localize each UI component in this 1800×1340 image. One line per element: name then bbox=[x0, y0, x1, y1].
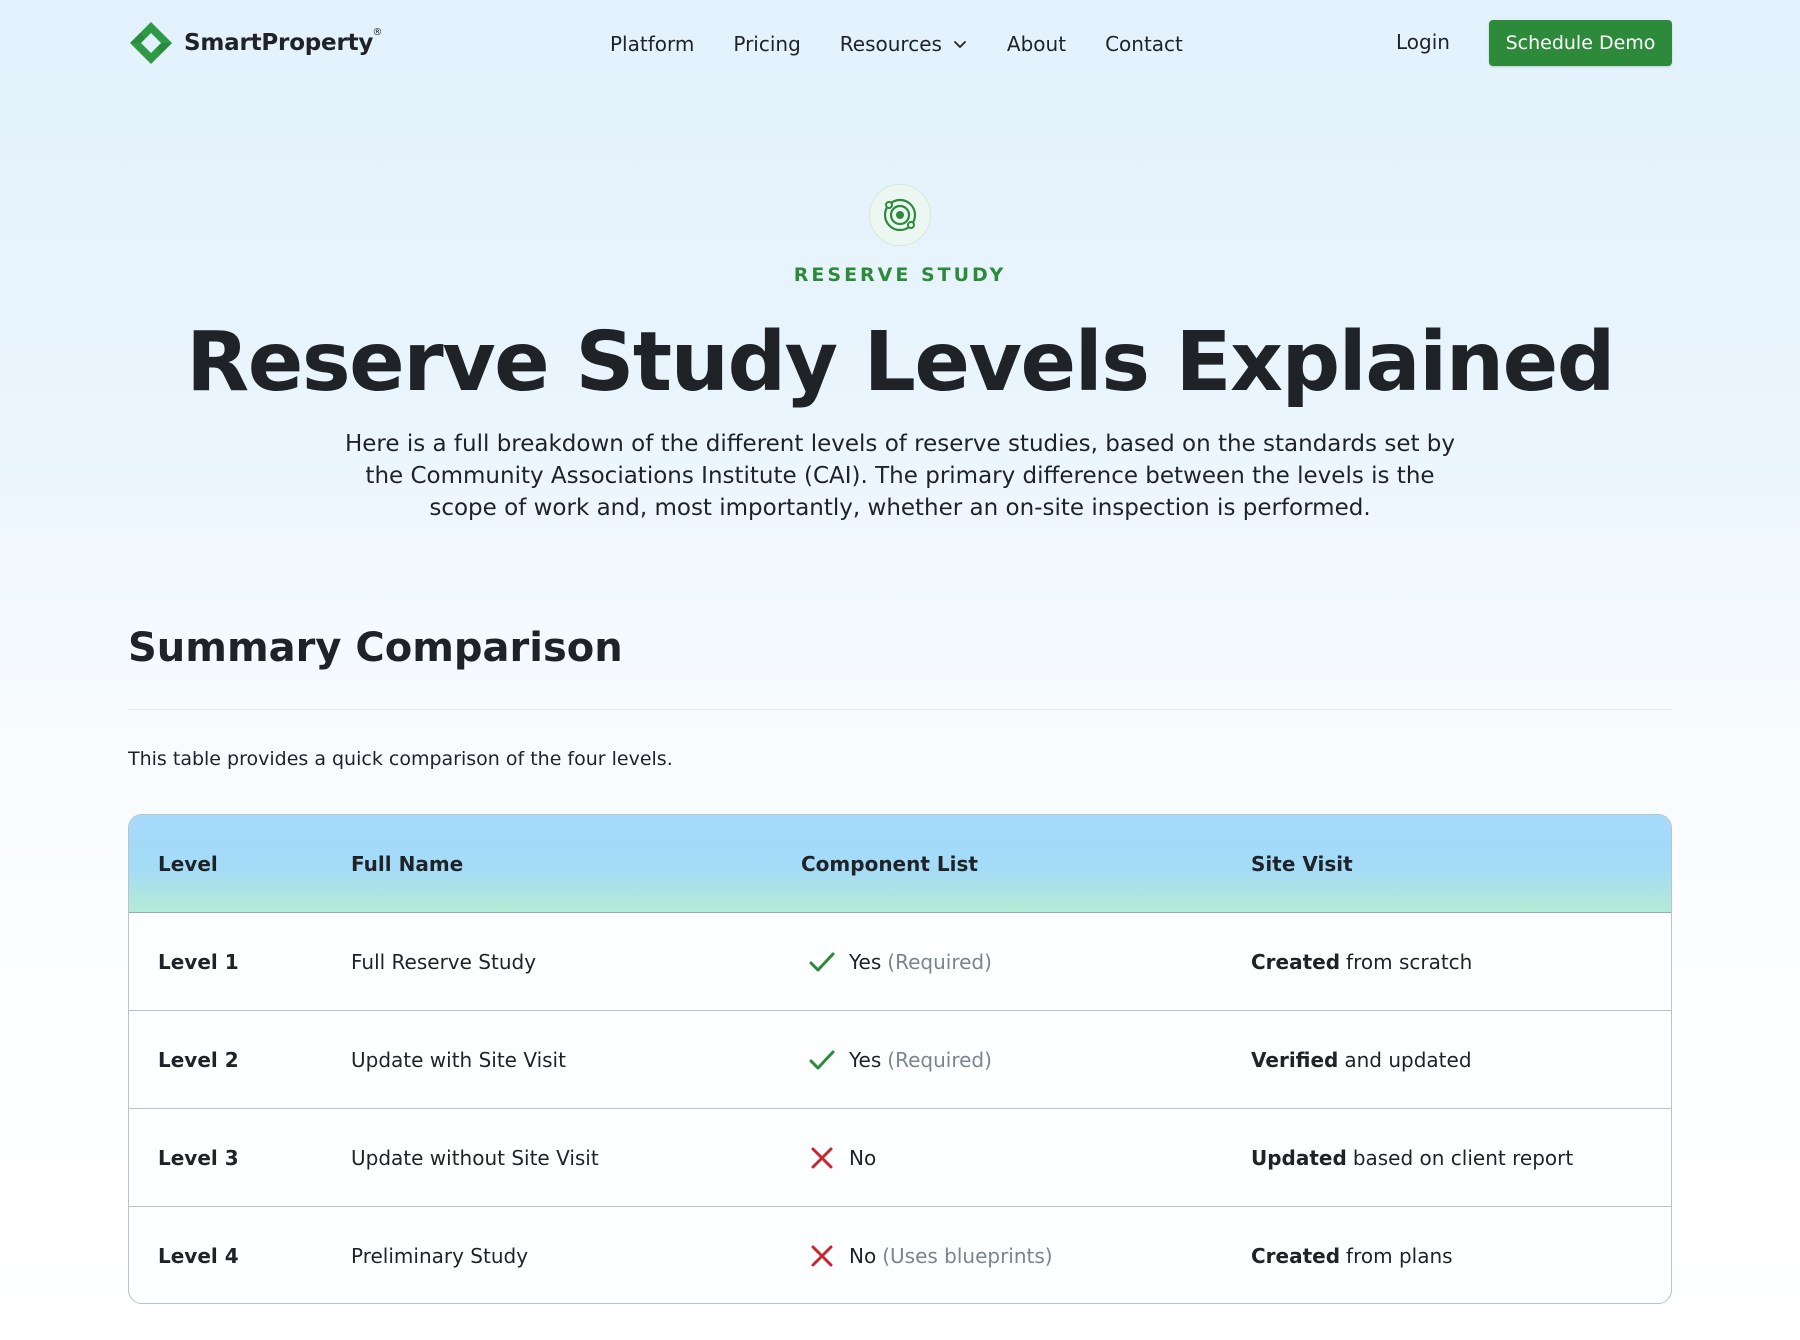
component-note: (Required) bbox=[887, 1047, 992, 1072]
full-name-cell: Full Reserve Study bbox=[351, 949, 537, 974]
nav-links: Platform Pricing Resources About Contact bbox=[610, 24, 1183, 64]
table-row: Level 1 Full Reserve Study Yes (Required… bbox=[129, 913, 1671, 1011]
site-visit-strong: Verified bbox=[1251, 1047, 1339, 1072]
component-value: No bbox=[849, 1145, 877, 1170]
hero-eyebrow: RESERVE STUDY bbox=[793, 264, 1007, 286]
component-value: Yes bbox=[849, 1047, 882, 1072]
level-cell: Level 3 bbox=[158, 1145, 239, 1170]
nav-link-resources[interactable]: Resources bbox=[840, 32, 968, 56]
schedule-demo-button[interactable]: Schedule Demo bbox=[1489, 20, 1672, 66]
full-name-cell: Update with Site Visit bbox=[351, 1047, 566, 1072]
nav-link-contact[interactable]: Contact bbox=[1105, 32, 1183, 56]
login-link[interactable]: Login bbox=[1396, 30, 1450, 54]
section-divider bbox=[128, 709, 1672, 710]
level-cell: Level 1 bbox=[158, 949, 239, 974]
table-header-row: Level Full Name Component List Site Visi… bbox=[129, 815, 1671, 913]
column-header-full-name: Full Name bbox=[351, 851, 464, 876]
component-list-cell: Yes (Required) bbox=[801, 913, 992, 1010]
table-row: Level 3 Update without Site Visit No Upd… bbox=[129, 1109, 1671, 1207]
site-visit-cell: Created from plans bbox=[1251, 1207, 1453, 1303]
full-name-cell: Preliminary Study bbox=[351, 1244, 529, 1268]
nav-link-about[interactable]: About bbox=[1007, 32, 1066, 56]
logo-text: SmartProperty ® bbox=[184, 27, 383, 56]
cross-icon bbox=[811, 1147, 833, 1168]
page-title: Reserve Study Levels Explained bbox=[186, 315, 1615, 410]
cross-icon bbox=[811, 1245, 833, 1267]
component-list-cell: Yes (Required) bbox=[801, 1011, 992, 1108]
site-visit-rest: and updated bbox=[1344, 1047, 1472, 1072]
component-value: No bbox=[849, 1244, 877, 1268]
check-icon bbox=[809, 952, 835, 971]
site-visit-rest: based on client report bbox=[1352, 1145, 1574, 1170]
nav-link-resources-label: Resources bbox=[839, 32, 942, 56]
site-visit-rest: from scratch bbox=[1346, 949, 1473, 974]
component-value: Yes bbox=[849, 949, 882, 974]
level-cell: Level 2 bbox=[158, 1047, 239, 1072]
top-navbar: SmartProperty ® Platform Pricing Resource… bbox=[0, 0, 1800, 88]
site-visit-strong: Updated bbox=[1251, 1145, 1347, 1170]
full-name-cell: Update without Site Visit bbox=[351, 1145, 599, 1170]
check-icon bbox=[809, 1050, 835, 1069]
nav-link-platform[interactable]: Platform bbox=[610, 32, 694, 56]
site-visit-cell: Created from scratch bbox=[1251, 913, 1472, 1010]
column-header-component-list: Component List bbox=[801, 851, 978, 876]
chevron-down-icon bbox=[954, 41, 966, 48]
section-intro: This table provides a quick comparison o… bbox=[128, 748, 673, 770]
comparison-table: Level Full Name Component List Site Visi… bbox=[128, 814, 1672, 1304]
hero-description: Here is a full breakdown of the differen… bbox=[344, 431, 1456, 521]
table-row: Level 2 Update with Site Visit Yes (Requ… bbox=[129, 1011, 1671, 1109]
site-visit-strong: Created bbox=[1251, 1244, 1341, 1268]
site-visit-strong: Created bbox=[1251, 949, 1341, 974]
hero-icon-badge bbox=[869, 184, 931, 246]
target-icon bbox=[883, 198, 917, 232]
logo-diamond-icon bbox=[130, 22, 172, 64]
logo[interactable]: SmartProperty ® bbox=[128, 18, 383, 68]
component-list-cell: No bbox=[801, 1109, 876, 1206]
nav-link-pricing[interactable]: Pricing bbox=[733, 32, 800, 56]
table-row: Level 4 Preliminary Study No (Uses bluep… bbox=[129, 1207, 1671, 1303]
column-header-site-visit: Site Visit bbox=[1251, 851, 1353, 876]
component-note: (Required) bbox=[887, 949, 992, 974]
column-header-level: Level bbox=[158, 851, 218, 876]
logo-registered-mark: ® bbox=[372, 27, 383, 38]
section-title: Summary Comparison bbox=[128, 625, 623, 671]
level-cell: Level 4 bbox=[158, 1244, 239, 1268]
component-list-cell: No (Uses blueprints) bbox=[801, 1207, 1053, 1303]
component-note: (Uses blueprints) bbox=[882, 1244, 1053, 1268]
site-visit-cell: Updated based on client report bbox=[1251, 1109, 1573, 1206]
site-visit-cell: Verified and updated bbox=[1251, 1011, 1472, 1108]
site-visit-rest: from plans bbox=[1346, 1244, 1453, 1268]
